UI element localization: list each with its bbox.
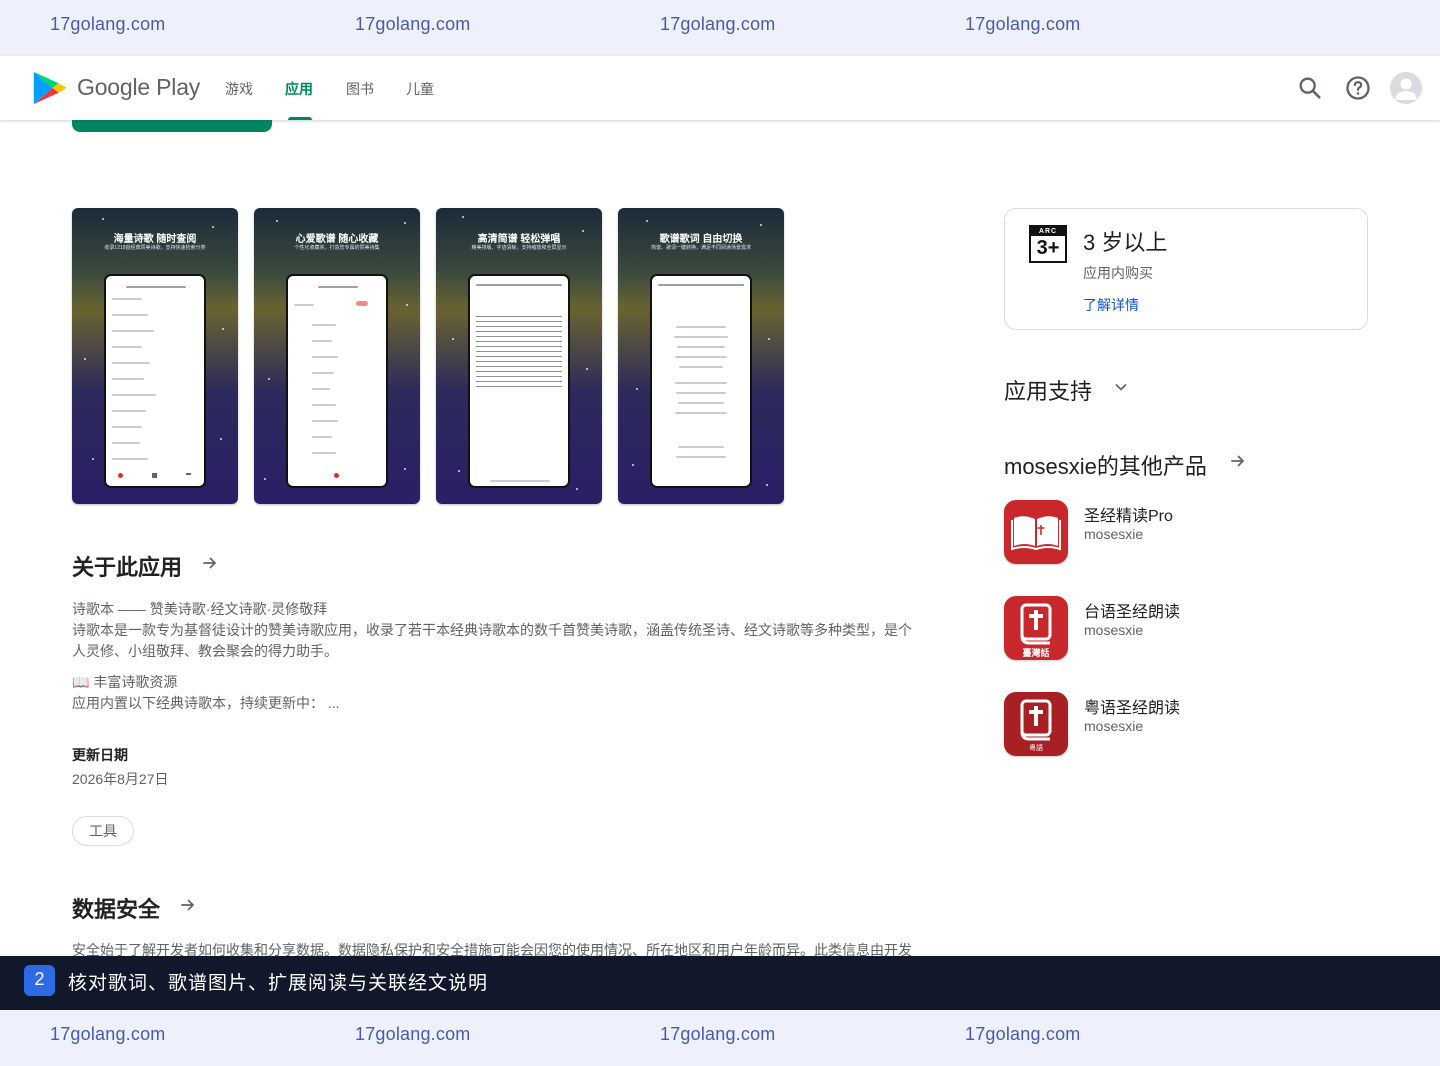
screenshot-4[interactable]: 歌谱歌词 自由切换 简谱、歌词一键转换，满足不同阅读场景需求	[618, 208, 784, 504]
phone-mockup	[650, 274, 752, 488]
top-app-bar: Google Play 游戏 应用 图书 儿童	[0, 56, 1440, 120]
app-name[interactable]: 台语圣经朗读	[1084, 598, 1180, 622]
app-name[interactable]: 圣经精读Pro	[1084, 502, 1173, 526]
learn-more-link[interactable]: 了解详情	[1083, 295, 1139, 315]
watermark-text: 17golang.com	[50, 14, 166, 34]
watermark-bar-top: 17golang.com 17golang.com 17golang.com 1…	[0, 0, 1440, 56]
phone-mockup	[468, 274, 570, 488]
app-name[interactable]: 粤语圣经朗读	[1084, 694, 1180, 718]
nav-tab-games[interactable]: 游戏	[225, 79, 253, 99]
app-developer: mosesxie	[1084, 718, 1144, 734]
about-line: 📖 丰富诗歌资源	[72, 674, 178, 690]
update-date-label: 更新日期	[72, 747, 128, 763]
screenshot-1[interactable]: 海量诗歌 随时查阅 收录1218首经典赞美诗歌，支持快速检索分类	[72, 208, 238, 504]
phone-mockup	[286, 274, 388, 488]
about-line: 诗歌本是一款专为基督徒设计的赞美诗歌应用，收录了若干本经典诗歌本的数千首赞美诗歌…	[72, 622, 912, 638]
nav-tab-apps[interactable]: 应用	[285, 79, 313, 99]
google-play-logo-icon[interactable]	[30, 69, 68, 107]
phone-mockup	[104, 274, 206, 488]
screenshot-2[interactable]: 心爱歌谱 随心收藏 个性化收藏夹，打造您专属的赞美诗集	[254, 208, 420, 504]
caption-number-badge: 2	[24, 965, 55, 996]
active-tab-indicator	[288, 117, 312, 120]
help-icon[interactable]	[1344, 74, 1372, 102]
about-description: 诗歌本 —— 赞美诗歌·经文诗歌·灵修敬拜 诗歌本是一款专为基督徒设计的赞美诗歌…	[72, 599, 932, 714]
watermark-text: 17golang.com	[660, 14, 776, 34]
in-app-purchase-label: 应用内购买	[1083, 265, 1153, 281]
account-avatar[interactable]	[1390, 72, 1422, 104]
chevron-down-icon[interactable]	[1111, 377, 1131, 397]
about-title[interactable]: 关于此应用	[72, 550, 182, 582]
app-icon-bible-study[interactable]	[1004, 500, 1068, 564]
watermark-text: 17golang.com	[965, 1024, 1081, 1044]
screenshot-3[interactable]: 高清简谱 轻松弹唱 精美排版、字迹清晰，支持缩放和全屏显示	[436, 208, 602, 504]
screenshot-subtitle: 简谱、歌词一键转换，满足不同阅读场景需求	[650, 245, 751, 251]
watermark-text: 17golang.com	[355, 14, 471, 34]
about-line: 应用内置以下经典诗歌本，持续更新中： ...	[72, 695, 340, 711]
brand-name[interactable]: Google Play	[77, 74, 200, 101]
screenshot-subtitle: 个性化收藏夹，打造您专属的赞美诗集	[294, 245, 380, 251]
data-safety-title[interactable]: 数据安全	[72, 892, 160, 924]
badge-top-text: ARC	[1031, 227, 1065, 236]
watermark-text: 17golang.com	[965, 14, 1081, 34]
app-icon-cantonese-bible[interactable]: 粵語	[1004, 692, 1068, 756]
app-icon-text: 臺灣話	[1022, 648, 1050, 658]
screenshot-caption: 海量诗歌 随时查阅	[113, 234, 197, 245]
app-support-title[interactable]: 应用支持	[1004, 374, 1092, 406]
about-line: 人灵修、小组敬拜、教会聚会的得力助手。	[72, 643, 338, 659]
arrow-forward-icon[interactable]	[200, 553, 220, 573]
account-icon	[1395, 78, 1417, 100]
watermark-bar-bottom: 17golang.com 17golang.com 17golang.com 1…	[0, 1010, 1440, 1066]
update-date-value: 2026年8月27日	[72, 771, 169, 787]
app-icon-text: 粵語	[1029, 745, 1043, 752]
caption-bar: 2 核对歌词、歌谱图片、扩展阅读与关联经文说明	[0, 956, 1440, 1010]
screenshot-caption: 心爱歌谱 随心收藏	[295, 234, 379, 245]
developer-apps-title[interactable]: mosesxie的其他产品	[1004, 449, 1207, 481]
app-developer: mosesxie	[1084, 526, 1144, 542]
arrow-forward-icon[interactable]	[1228, 451, 1248, 471]
screenshot-caption: 歌谱歌词 自由切换	[659, 234, 743, 245]
search-icon[interactable]	[1296, 74, 1324, 102]
app-developer: mosesxie	[1084, 622, 1144, 638]
watermark-text: 17golang.com	[660, 1024, 776, 1044]
screenshot-caption: 高清简谱 轻松弹唱	[477, 234, 561, 245]
badge-main-text: 3+	[1036, 237, 1060, 259]
caption-text: 核对歌词、歌谱图片、扩展阅读与关联经文说明	[68, 973, 489, 994]
screenshot-subtitle: 收录1218首经典赞美诗歌，支持快速检索分类	[104, 245, 206, 251]
age-rating-badge: ARC 3+	[1029, 225, 1067, 263]
watermark-text: 17golang.com	[50, 1024, 166, 1044]
screenshot-subtitle: 精美排版、字迹清晰，支持缩放和全屏显示	[471, 245, 567, 251]
age-rating-label: 3 岁以上	[1083, 230, 1168, 255]
nav-tab-kids[interactable]: 儿童	[406, 79, 434, 99]
arrow-forward-icon[interactable]	[178, 895, 198, 915]
open-book-icon	[1011, 516, 1061, 551]
nav-tab-books[interactable]: 图书	[346, 79, 374, 99]
watermark-text: 17golang.com	[355, 1024, 471, 1044]
app-icon-taiwanese-bible[interactable]: 臺灣話	[1004, 596, 1068, 660]
about-line: 诗歌本 —— 赞美诗歌·经文诗歌·灵修敬拜	[72, 601, 328, 617]
category-chip[interactable]: 工具	[72, 816, 134, 846]
